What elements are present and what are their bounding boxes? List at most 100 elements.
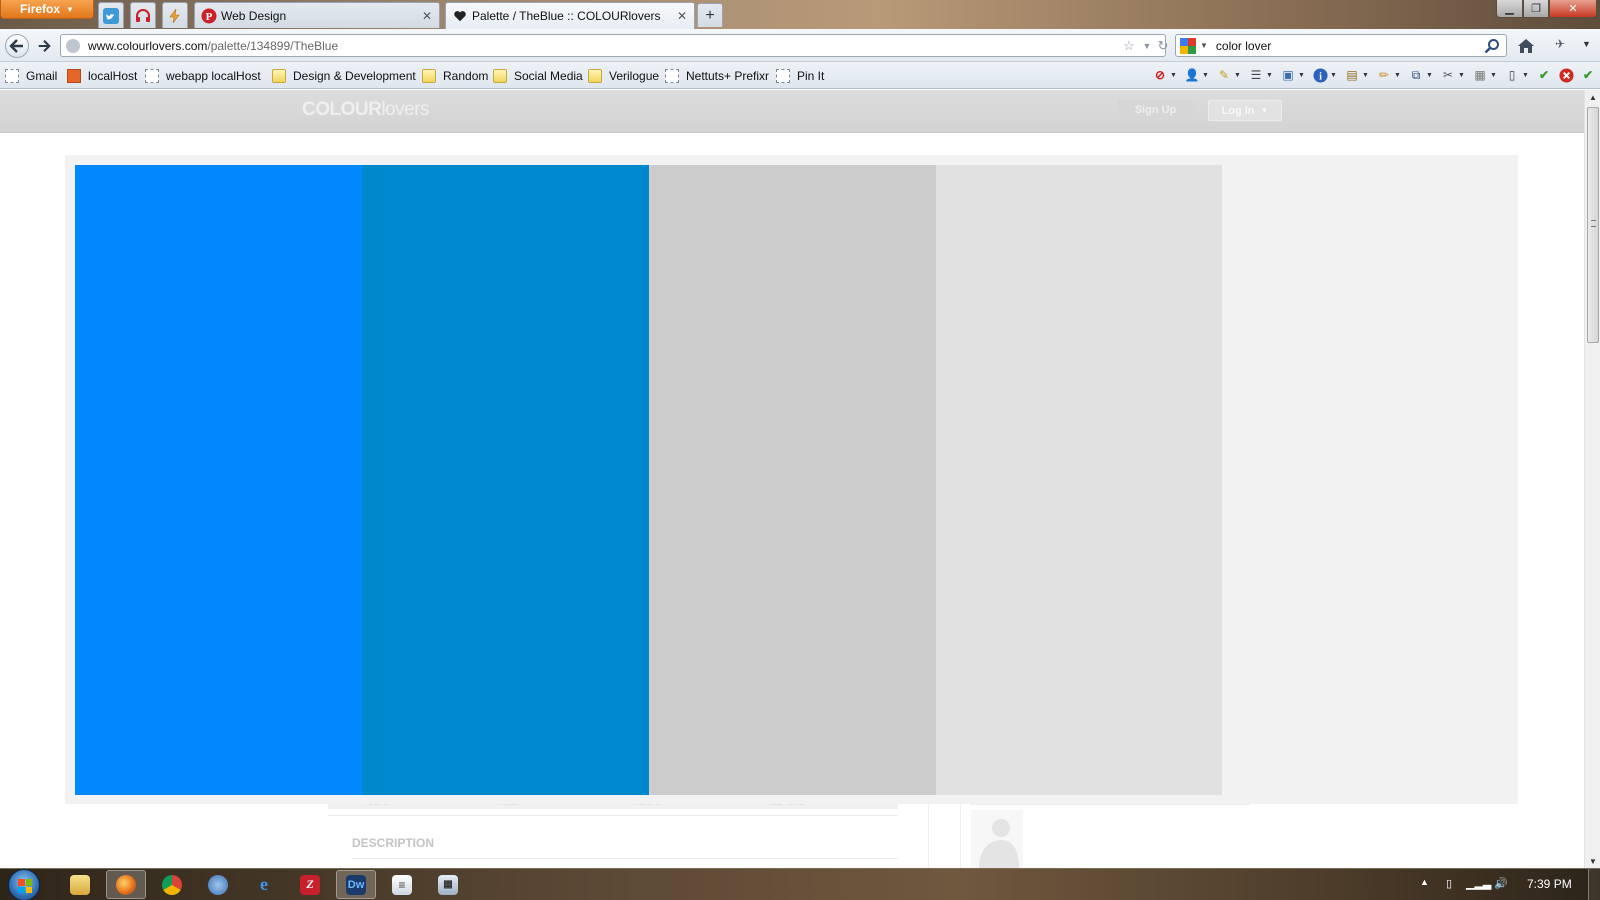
chevron-down-icon[interactable]: ▼: [1490, 72, 1497, 79]
color-swatch[interactable]: [936, 165, 1222, 795]
bookmark-folder-verilogue[interactable]: Verilogue: [588, 67, 659, 84]
chevron-down-icon[interactable]: ▼: [1298, 72, 1305, 79]
navigation-toolbar: www.colourlovers.com/palette/134899/TheB…: [0, 29, 1600, 62]
chevron-down-icon[interactable]: ▼: [1139, 38, 1155, 54]
sign-up-button[interactable]: Sign Up: [1118, 100, 1193, 120]
show-desktop-button[interactable]: [1588, 869, 1600, 900]
color-swatch[interactable]: [75, 165, 362, 795]
back-button[interactable]: [5, 34, 29, 58]
chevron-down-icon[interactable]: ▼: [1458, 72, 1465, 79]
wand-icon[interactable]: ✎: [1216, 67, 1232, 83]
disable-icon[interactable]: ⊘: [1152, 67, 1168, 83]
bookmark-pinit[interactable]: Pin It: [776, 67, 824, 84]
taskbar-firefox[interactable]: [106, 870, 146, 899]
vertical-scrollbar[interactable]: ▲ ▼: [1584, 90, 1600, 868]
image-icon[interactable]: ▣: [1280, 67, 1296, 83]
taskbar-chrome[interactable]: [152, 870, 192, 899]
taskbar-network[interactable]: [198, 870, 238, 899]
resize-icon[interactable]: ⧉: [1408, 67, 1424, 83]
chevron-down-icon[interactable]: ▼: [1170, 72, 1177, 79]
start-button[interactable]: [8, 869, 40, 900]
reload-icon[interactable]: ↻: [1155, 38, 1171, 54]
taskbar-ie[interactable]: e: [244, 870, 284, 899]
chevron-down-icon[interactable]: ▼: [1202, 72, 1209, 79]
list-icon[interactable]: ☰: [1248, 67, 1264, 83]
close-icon[interactable]: ✕: [422, 9, 432, 23]
close-icon[interactable]: ✕: [677, 9, 687, 23]
taskbar-filezilla[interactable]: Z: [290, 870, 330, 899]
bookmark-localhost[interactable]: localHost: [67, 67, 137, 84]
google-icon[interactable]: [1180, 37, 1196, 54]
home-icon[interactable]: [1516, 36, 1536, 56]
logo-light: lovers: [381, 99, 430, 120]
folder-icon: [272, 68, 286, 83]
chevron-down-icon[interactable]: ▼: [1200, 41, 1208, 50]
tab-twitter[interactable]: [98, 2, 124, 28]
signal-icon[interactable]: ▁▂▃: [1466, 877, 1491, 890]
chevron-down-icon[interactable]: ▼: [1582, 39, 1591, 49]
bookmark-webapp-localhost[interactable]: webapp localHost: [145, 67, 261, 84]
site-header: COLOURlovers Sign Up Log In ▼: [0, 90, 1584, 133]
chevron-down-icon[interactable]: ▼: [1394, 72, 1401, 79]
chevron-down-icon[interactable]: ▼: [1234, 72, 1241, 79]
user-icon[interactable]: 👤: [1184, 67, 1200, 83]
bookmark-folder-social[interactable]: Social Media: [493, 67, 583, 84]
bookmark-gmail[interactable]: Gmail: [5, 67, 57, 84]
folder-icon: [422, 68, 436, 83]
check-icon[interactable]: ✔: [1580, 67, 1596, 83]
palette-fullscreen-overlay[interactable]: [65, 155, 1518, 804]
colourlovers-logo[interactable]: COLOURlovers: [302, 99, 430, 121]
lock-icon[interactable]: ▤: [1344, 67, 1360, 83]
volume-icon[interactable]: 🔊: [1494, 877, 1508, 890]
taskbar-explorer[interactable]: [60, 870, 100, 899]
tab-headphones[interactable]: [130, 2, 156, 28]
chevron-down-icon[interactable]: ▼: [1522, 72, 1529, 79]
color-swatch[interactable]: [362, 165, 649, 795]
color-swatch[interactable]: [649, 165, 936, 795]
bookmark-nettuts[interactable]: Nettuts+ Prefixr: [665, 67, 769, 84]
search-bar[interactable]: ▼ color lover: [1175, 34, 1507, 57]
magnifier-icon[interactable]: [1484, 38, 1500, 54]
taskbar-calculator[interactable]: ▦: [428, 870, 468, 899]
chevron-down-icon[interactable]: ▼: [1266, 72, 1273, 79]
scroll-down-icon[interactable]: ▼: [1585, 854, 1600, 868]
battery-icon[interactable]: ▯: [1446, 877, 1452, 890]
addon-icon[interactable]: ✈: [1555, 37, 1573, 55]
pencil-icon[interactable]: ✏: [1376, 67, 1392, 83]
ruler-icon[interactable]: ▯: [1504, 67, 1520, 83]
star-icon[interactable]: ☆: [1121, 38, 1137, 54]
bookmark-folder-random[interactable]: Random: [422, 67, 488, 84]
minimize-button[interactable]: ▁: [1496, 0, 1523, 18]
forward-button[interactable]: [32, 34, 56, 58]
check-icon[interactable]: ✔: [1536, 67, 1552, 83]
scroll-up-icon[interactable]: ▲: [1585, 90, 1600, 104]
system-clock[interactable]: 7:39 PM: [1527, 877, 1572, 891]
bookmark-folder-design[interactable]: Design & Development: [272, 67, 416, 84]
arrow-right-icon: [38, 40, 51, 52]
restore-button[interactable]: ❐: [1523, 0, 1549, 18]
scroll-thumb[interactable]: [1587, 107, 1599, 343]
taskbar-dreamweaver[interactable]: Dw: [336, 870, 376, 899]
chevron-down-icon[interactable]: ▼: [1426, 72, 1433, 79]
search-input[interactable]: color lover: [1216, 39, 1271, 53]
firefox-menu-button[interactable]: Firefox ▼: [0, 0, 94, 19]
new-tab-button[interactable]: +: [697, 3, 723, 27]
close-red-icon[interactable]: [1558, 67, 1574, 83]
info-icon[interactable]: i: [1312, 67, 1328, 83]
url-text[interactable]: www.colourlovers.com/palette/134899/TheB…: [88, 39, 338, 53]
chevron-down-icon[interactable]: ▼: [1330, 72, 1337, 79]
tab-web-design[interactable]: P Web Design ✕: [194, 2, 440, 28]
tab-lightning[interactable]: [162, 2, 188, 28]
tray-expand-icon[interactable]: ▲: [1420, 877, 1429, 887]
chevron-down-icon[interactable]: ▼: [1362, 72, 1369, 79]
log-in-button[interactable]: Log In ▼: [1208, 100, 1282, 121]
page-icon[interactable]: ▦: [1472, 67, 1488, 83]
tab-palette[interactable]: Palette / TheBlue :: COLOURlovers ✕: [445, 2, 695, 29]
dreamweaver-icon: Dw: [346, 874, 366, 895]
tools-icon[interactable]: ✂: [1440, 67, 1456, 83]
address-bar[interactable]: www.colourlovers.com/palette/134899/TheB…: [60, 34, 1168, 57]
arrow-left-icon: [9, 39, 23, 53]
close-window-button[interactable]: ✕: [1549, 0, 1597, 18]
user-avatar-icon: [971, 810, 1023, 868]
taskbar-notepad[interactable]: ≡: [382, 870, 422, 899]
